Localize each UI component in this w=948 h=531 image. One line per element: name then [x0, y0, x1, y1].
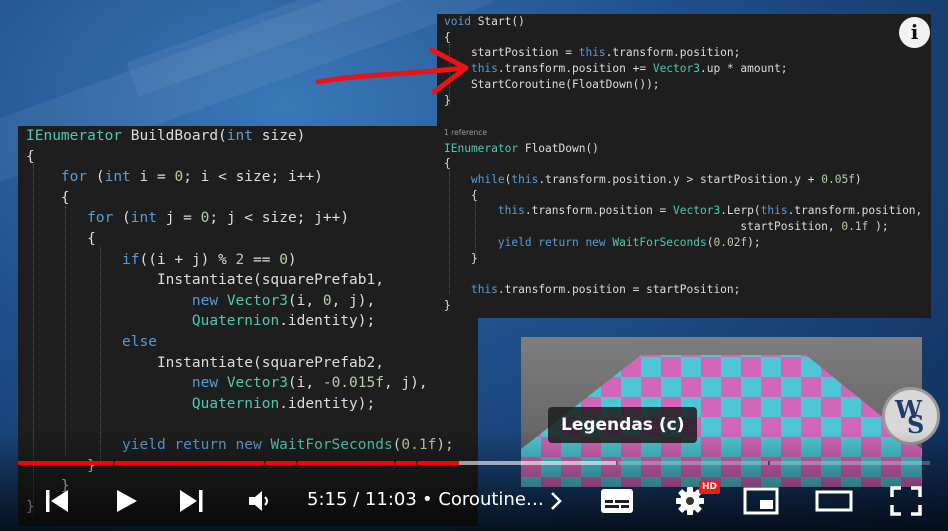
chapter-title[interactable]: • Coroutine…: [422, 488, 544, 512]
hd-badge: HD: [699, 481, 721, 494]
code-line: yield return new WaitForSeconds(0.02f);: [497, 235, 761, 249]
chapter-next-button[interactable]: [548, 490, 564, 516]
chapter-marker: [616, 461, 618, 465]
code-line: startPosition, 0.1f );: [444, 220, 889, 234]
code-line: {: [26, 189, 70, 206]
code-line: }: [444, 251, 478, 265]
info-button[interactable]: i: [899, 17, 930, 48]
theater-mode-button[interactable]: [815, 487, 853, 519]
play-button[interactable]: [113, 487, 139, 519]
code-line: Instantiate(squarePrefab1,: [26, 272, 384, 289]
code-line: Instantiate(squarePrefab2,: [26, 354, 384, 371]
code-line: {: [444, 157, 451, 171]
chapter-marker: [264, 461, 266, 465]
code-line: {: [26, 230, 96, 247]
code-line: {: [444, 30, 451, 44]
code-line: }: [444, 93, 451, 107]
code-line: Quaternion.identity);: [191, 395, 376, 412]
code-line: StartCoroutine(FloatDown());: [444, 77, 660, 91]
controls-gradient: [0, 431, 948, 531]
code-line: {: [444, 188, 478, 202]
miniplayer-button[interactable]: [743, 487, 779, 519]
chevron-right-icon: [551, 492, 562, 510]
red-arrow-annotation: [315, 47, 469, 95]
previous-button[interactable]: [44, 488, 70, 518]
code-line: for (int i = 0; i < size; i++): [60, 169, 323, 186]
code-line: 1 reference: [444, 127, 487, 137]
code-panel-floatdown: void Start() { startPosition = this.trans…: [437, 14, 931, 318]
chapter-marker: [296, 461, 298, 465]
code-line: Quaternion.identity);: [191, 313, 376, 330]
next-button[interactable]: [178, 488, 206, 518]
chapter-marker: [416, 461, 418, 465]
code-line: IEnumerator FloatDown(): [444, 141, 599, 155]
theater-mode-icon: [815, 490, 853, 512]
fullscreen-icon: [890, 486, 922, 516]
mute-button[interactable]: [247, 488, 273, 518]
code-line: while(this.transform.position.y > startP…: [470, 173, 862, 187]
code-line: startPosition = this.transform.position;: [444, 46, 741, 60]
chapter-marker: [113, 461, 115, 465]
time-display: 5:15 / 11:03: [307, 489, 417, 510]
subtitles-icon: [601, 489, 633, 513]
code-block-floatdown: void Start() { startPosition = this.trans…: [444, 14, 922, 313]
code-line: void Start(): [444, 15, 525, 28]
fullscreen-button[interactable]: [890, 486, 922, 520]
code-line: for (int j = 0; j < size; j++): [87, 210, 350, 227]
code-line: this.transform.position = startPosition;: [470, 282, 741, 296]
miniplayer-icon: [743, 487, 779, 515]
code-line: {: [26, 148, 35, 165]
code-line: new Vector3(i, -0.015f, j),: [191, 375, 428, 392]
subtitles-button[interactable]: [600, 487, 634, 519]
code-line: else: [122, 333, 157, 350]
progress-bar[interactable]: [18, 461, 930, 465]
code-line: IEnumerator BuildBoard(int size): [26, 128, 306, 144]
skip-next-icon: [180, 490, 203, 512]
code-line: new Vector3(i, 0, j),: [191, 292, 376, 309]
code-line: if((i + j) % 2 == 0): [122, 251, 297, 268]
chapter-marker: [394, 461, 396, 465]
code-line: this.transform.position += Vector3.up * …: [470, 62, 788, 76]
code-line: this.transform.position = Vector3.Lerp(t…: [497, 204, 923, 218]
play-icon: [117, 490, 137, 512]
code-line: }: [444, 298, 451, 312]
info-icon: i: [910, 20, 919, 44]
chapter-marker: [768, 461, 770, 465]
skip-previous-icon: [46, 490, 68, 512]
volume-icon: [249, 491, 268, 511]
